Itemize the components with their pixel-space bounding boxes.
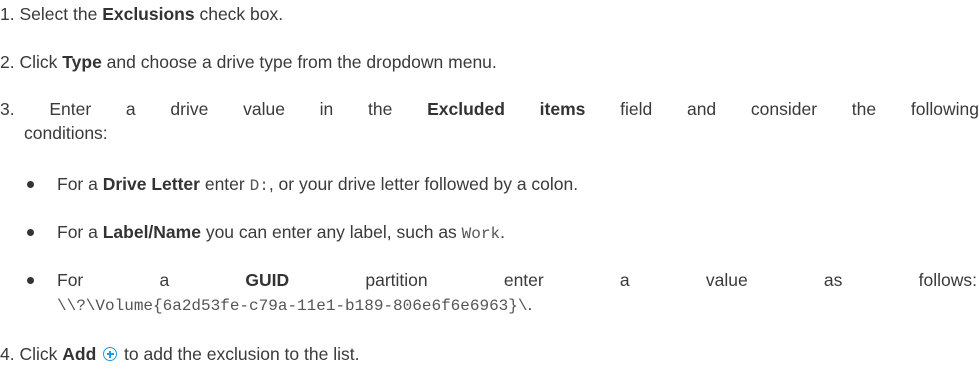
bullet-text-pre: For a [57,174,103,194]
step-text-pre: Click [19,52,63,72]
step-number: 2. [0,52,15,72]
instruction-list: 1. Select the Exclusions check box. 2. C… [0,0,979,382]
bullet-item-label-name: For a Label/Name you can enter any label… [57,220,505,246]
bullet-item-guid-continuation: \\?\Volume{6a2d53fe-c79a-11e1-b189-806e6… [57,292,532,318]
bullet-bold-term: GUID [245,270,290,290]
step-2: 2. Click Type and choose a drive type fr… [0,50,497,74]
bullet-code: D: [249,177,269,195]
bullet-code: Work [461,225,501,243]
step-text-continuation: conditions: [24,123,108,143]
step-bold-term: Excluded items [427,99,586,119]
bullet-text-post: . [527,294,533,314]
step-text-pre: Select the [19,4,103,24]
step-bold-term: Add [62,344,97,364]
bullet-text-mid: enter [199,174,250,194]
step-bold-term: Exclusions [102,4,195,24]
bullet-dot [27,229,34,236]
bullet-code: \\?\Volume{6a2d53fe-c79a-11e1-b189-806e6… [57,297,528,315]
step-1: 1. Select the Exclusions check box. [0,2,283,26]
bullet-item-guid: For a GUID partition enter a value as fo… [57,268,977,292]
bullet-dot [27,277,34,284]
step-text-post: field and consider the following [585,99,979,119]
step-text-post: and choose a drive type from the dropdow… [101,52,497,72]
step-number: 4. [0,344,15,364]
step-text-pre: Enter a drive value in the [49,99,428,119]
add-circle-icon [103,347,118,361]
step-text-post: to add the exclusion to the list. [119,344,360,364]
step-number: 1. [0,4,15,24]
step-3: 3. Enter a drive value in the Excluded i… [0,97,979,121]
step-text-pre: Click [19,344,63,364]
step-text-post: check box. [194,4,284,24]
bullet-text-mid: you can enter any label, such as [200,222,462,242]
bullet-text-post: , or your drive letter followed by a col… [268,174,579,194]
bullet-text-post: . [500,222,505,242]
bullet-bold-term: Label/Name [102,222,201,242]
step-number: 3. [0,99,15,119]
bullet-dot [27,181,34,188]
step-4: 4. Click Add to add the exclusion to the… [0,342,359,366]
step-bold-term: Type [62,52,102,72]
bullet-text-pre: For a [57,270,246,290]
bullet-bold-term: Drive Letter [102,174,200,194]
bullet-item-drive-letter: For a Drive Letter enter D:, or your dri… [57,172,578,198]
bullet-text-pre: For a [57,222,103,242]
bullet-text-mid: partition enter a value as follows: [289,270,977,290]
step-3-continuation: conditions: [24,121,108,145]
